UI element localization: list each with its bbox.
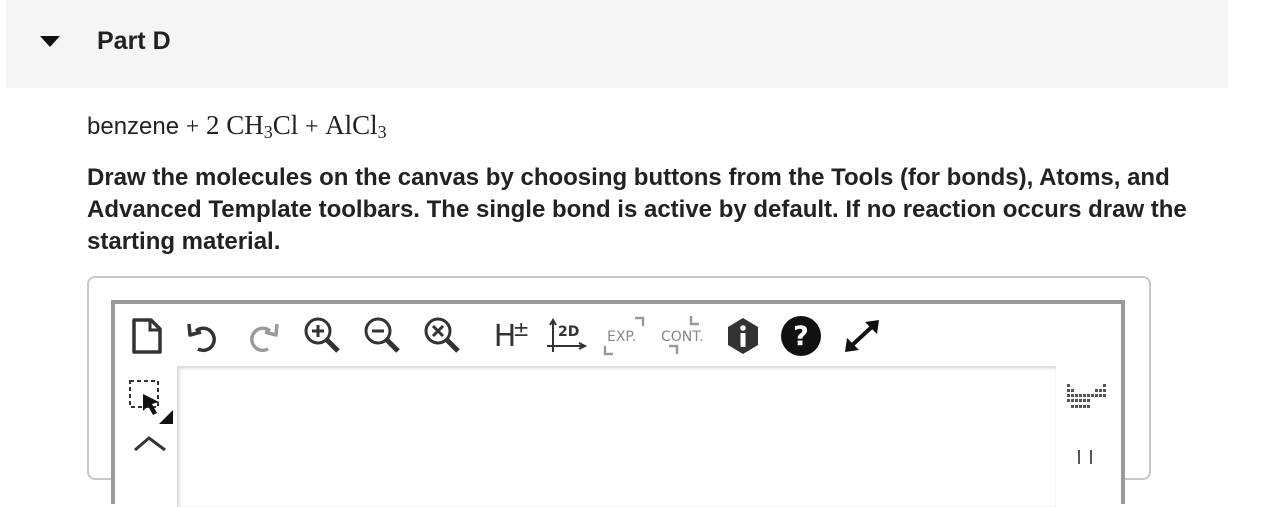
help-icon[interactable]: ? [779, 314, 823, 358]
formula-part: Cl [272, 110, 299, 140]
expand-label: EXP. [607, 329, 636, 345]
zoom-reset-icon[interactable] [423, 316, 463, 356]
part-header[interactable]: Part D [6, 0, 1228, 88]
selection-tool-icon[interactable] [127, 378, 175, 426]
fullscreen-icon[interactable] [839, 314, 885, 358]
plus-minus-label: ± [512, 316, 530, 341]
template-tool-icon[interactable] [131, 432, 171, 452]
coefficient: 2 [205, 110, 220, 140]
periodic-table-grid [1067, 384, 1106, 408]
info-icon[interactable] [725, 316, 761, 356]
reagent-aluminum-chloride: AlCl3 [325, 110, 387, 142]
contract-icon[interactable]: CONT. [659, 314, 711, 358]
contract-label: CONT. [661, 329, 704, 345]
subscript: 3 [263, 122, 273, 142]
explicit-hydrogens-icon[interactable]: H ± [483, 316, 530, 356]
reagent-chloromethane: 2 CH3Cl [205, 110, 299, 142]
editor-frame: H ± 2D EXP. CONT. ? [111, 300, 1125, 507]
new-document-icon[interactable] [129, 318, 165, 354]
formula-part: AlCl [325, 110, 378, 140]
reactant-benzene: benzene [87, 113, 180, 140]
redo-icon[interactable] [245, 318, 281, 354]
collapse-caret-icon[interactable] [40, 36, 60, 47]
clean-2d-icon[interactable]: 2D [545, 316, 589, 356]
formula-part: CH [226, 110, 264, 140]
hydrogen-atom-tool-icon[interactable] [1071, 444, 1101, 464]
plus-sign: + [185, 114, 200, 140]
plus-sign: + [304, 114, 319, 140]
molecule-editor: H ± 2D EXP. CONT. ? [87, 276, 1151, 507]
instructions-text: Draw the molecules on the canvas by choo… [87, 164, 1187, 255]
drawing-canvas[interactable] [177, 366, 1056, 507]
zoom-in-icon[interactable] [303, 316, 343, 356]
periodic-table-icon[interactable] [1065, 380, 1109, 410]
undo-icon[interactable] [185, 318, 221, 354]
svg-text:?: ? [793, 321, 809, 352]
reaction-equation: benzene + 2 CH3Cl + AlCl3 [87, 110, 387, 141]
part-title: Part D [97, 27, 171, 55]
expand-icon[interactable]: EXP. [601, 314, 649, 358]
clean-2d-label: 2D [558, 324, 579, 340]
subscript: 3 [377, 122, 387, 142]
zoom-out-icon[interactable] [363, 316, 403, 356]
